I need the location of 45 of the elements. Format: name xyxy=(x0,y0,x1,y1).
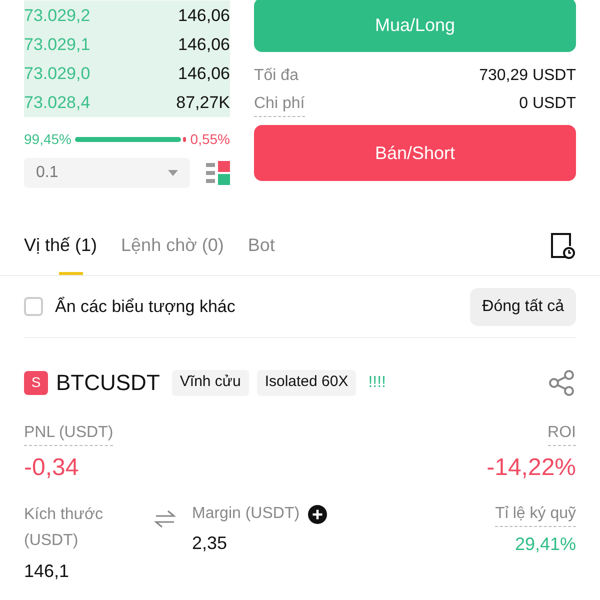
swap-icon[interactable] xyxy=(154,510,176,528)
bid-amount: 146,06 xyxy=(178,4,230,27)
buy-button[interactable]: Mua/Long xyxy=(254,0,576,52)
bid-amount: 87,27K xyxy=(176,92,230,114)
pnl-label: PNL (USDT) xyxy=(24,421,114,446)
fee-label: Chi phí xyxy=(254,92,305,117)
bid-price: 73.029,1 xyxy=(24,34,90,56)
tag: Vĩnh cửu xyxy=(172,370,249,396)
bid-price: 73.029,2 xyxy=(24,4,90,27)
symbol: BTCUSDT xyxy=(56,369,160,397)
hide-checkbox[interactable] xyxy=(24,297,43,316)
sell-button[interactable]: Bán/Short xyxy=(254,125,576,181)
sell-ratio: 0,55% xyxy=(190,130,230,149)
margin-value: 2,35 xyxy=(192,532,228,555)
history-icon[interactable] xyxy=(550,232,576,260)
tab[interactable]: Vị thế (1) xyxy=(24,216,98,275)
margin-label: Margin (USDT) xyxy=(192,504,300,524)
short-badge: S xyxy=(24,370,48,394)
size-label: Kích thước (USDT) xyxy=(24,505,104,551)
bid-amount: 146,06 xyxy=(178,62,230,85)
fee-value: 0 USDT xyxy=(519,94,576,114)
bid-price: 73.028,4 xyxy=(24,92,90,114)
close-all-button[interactable]: Đóng tất cả xyxy=(470,288,576,326)
bid-amount: 146,06 xyxy=(178,34,230,56)
max-label: Tối đa xyxy=(254,66,298,86)
caret-icon xyxy=(168,170,178,176)
margin-ratio-value: 29,41% xyxy=(514,533,576,556)
signal-marks: !!!! xyxy=(368,372,386,392)
roi-label: ROI xyxy=(548,421,576,446)
sell-ratio-bar xyxy=(183,137,186,142)
share-icon[interactable] xyxy=(548,368,576,396)
buy-ratio: 99,45% xyxy=(24,130,72,149)
margin-ratio-label: Tỉ lệ ký quỹ xyxy=(495,502,576,527)
tab[interactable]: Lệnh chờ (0) xyxy=(121,216,224,275)
tag: Isolated 60X xyxy=(256,370,356,396)
plus-icon[interactable] xyxy=(308,504,327,524)
hide-label: Ẩn các biểu tượng khác xyxy=(55,296,236,318)
tab[interactable]: Bot xyxy=(248,216,275,275)
pnl-value: -0,34 xyxy=(24,453,79,483)
bid-price: 73.029,0 xyxy=(24,62,90,85)
max-value: 730,29 USDT xyxy=(479,66,576,86)
roi-value: -14,22% xyxy=(486,453,576,483)
size-value: 146,1 xyxy=(24,560,70,583)
step-select[interactable]: 0.1 xyxy=(24,158,190,188)
layout-icon[interactable] xyxy=(206,161,230,185)
